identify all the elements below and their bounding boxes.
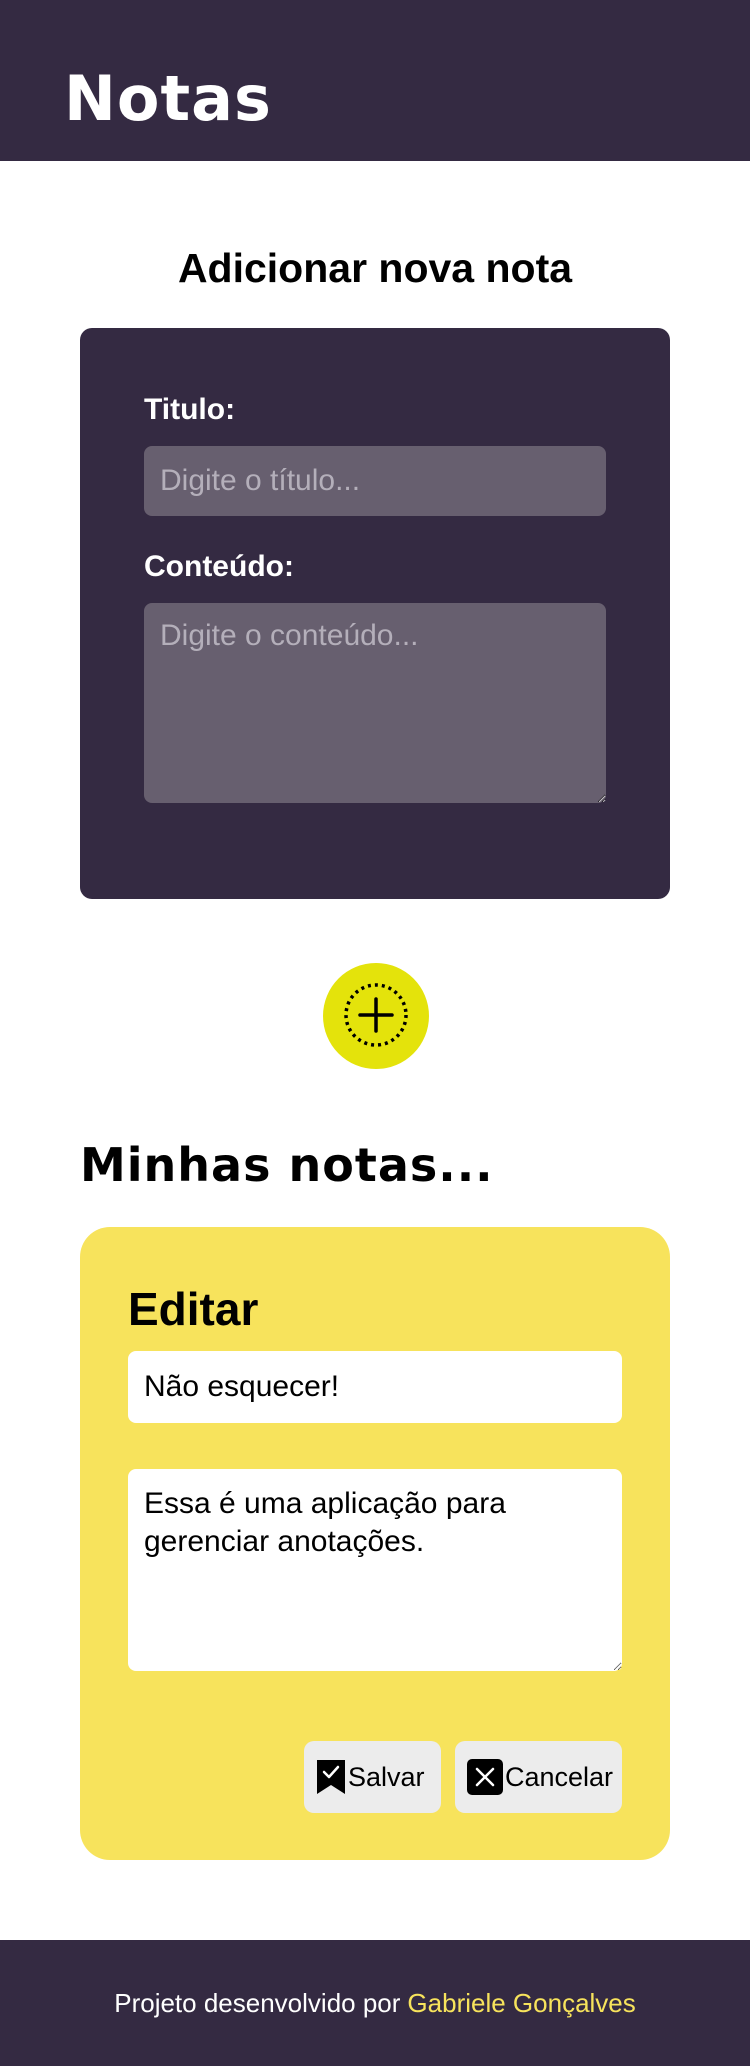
close-square-icon	[467, 1759, 503, 1795]
app-header: Notas	[0, 0, 750, 161]
add-note-form: Titulo: Conteúdo:	[80, 328, 670, 899]
add-note-button[interactable]	[323, 963, 429, 1069]
app-title: Notas	[64, 62, 272, 135]
circle-plus-icon	[343, 982, 409, 1051]
edit-note-card: Editar Essa é uma aplicação para gerenci…	[80, 1227, 670, 1860]
bookmark-check-icon	[316, 1759, 346, 1795]
title-input[interactable]	[144, 446, 606, 516]
cancel-label: Cancelar	[505, 1761, 614, 1792]
footer-text: Projeto desenvolvido por	[114, 1987, 401, 2018]
edit-content-textarea[interactable]: Essa é uma aplicação para gerenciar anot…	[128, 1469, 622, 1671]
save-button[interactable]: Salvar	[304, 1741, 441, 1813]
page-footer: Projeto desenvolvido por Gabriele Gonçal…	[0, 1940, 750, 2066]
cancel-button[interactable]: Cancelar	[455, 1741, 622, 1813]
my-notes-heading: Minhas notas...	[80, 1138, 494, 1192]
content-label: Conteúdo:	[144, 550, 294, 583]
author-name: Gabriele Gonçalves	[407, 1987, 636, 2018]
edit-heading: Editar	[128, 1283, 259, 1335]
edit-title-input[interactable]	[128, 1351, 622, 1423]
add-note-heading: Adicionar nova nota	[177, 245, 573, 291]
title-label: Titulo:	[144, 393, 236, 426]
save-label: Salvar	[348, 1761, 425, 1792]
content-textarea[interactable]	[144, 603, 606, 803]
